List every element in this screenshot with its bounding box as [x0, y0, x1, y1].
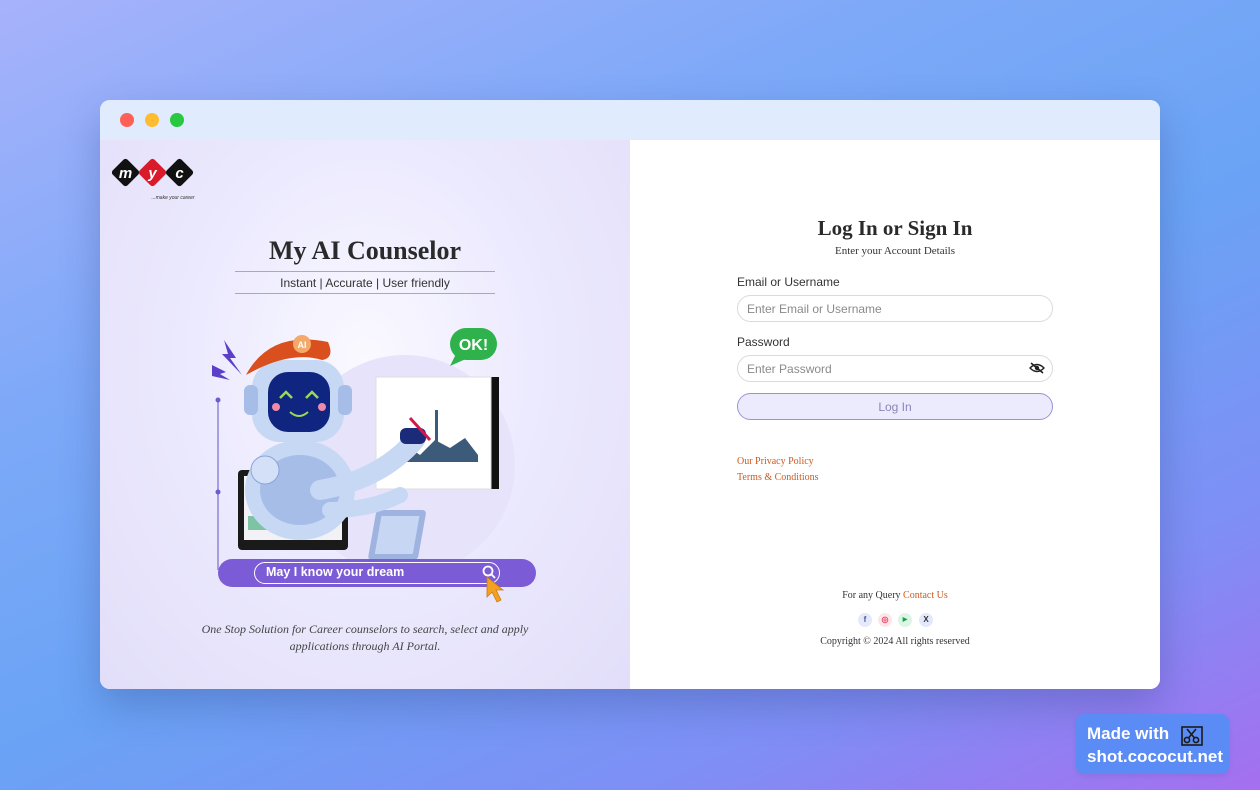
hero-search-text: May I know your dream [254, 562, 500, 584]
form-title: Log In or Sign In [817, 216, 973, 240]
login-button[interactable]: Log In [737, 393, 1053, 420]
email-field[interactable] [737, 295, 1053, 322]
terms-link[interactable]: Terms & Conditions [737, 472, 819, 483]
x-icon[interactable]: X [919, 613, 933, 627]
window-titlebar [100, 100, 1160, 140]
youtube-icon[interactable]: ▶ [898, 613, 912, 627]
email-label: Email or Username [737, 275, 840, 289]
facebook-icon[interactable]: f [858, 613, 872, 627]
maximize-window-button[interactable] [170, 113, 184, 127]
watermark-line2: shot.cococut.net [1087, 747, 1224, 766]
brand-description-line2: applications through AI Portal. [289, 639, 441, 653]
form-subtitle: Enter your Account Details [834, 245, 956, 257]
brand-title: My AI Counselor [268, 236, 462, 265]
scissors-icon [1181, 726, 1203, 746]
divider [235, 271, 495, 272]
myc-logo: m y c ...make your career [112, 158, 195, 201]
eye-slash-icon[interactable] [1029, 362, 1045, 374]
close-window-button[interactable] [120, 113, 134, 127]
lightning-icon [222, 340, 242, 375]
logo-letter-y: y [147, 165, 157, 182]
ok-badge-text: OK! [459, 337, 488, 354]
cursor-pointer-icon [486, 576, 505, 603]
login-panel: Log In or Sign In Enter your Account Det… [630, 140, 1160, 689]
logo-letter-c: c [175, 165, 184, 182]
query-line: For any Query Contact Us [630, 590, 1160, 601]
hat-ai-label: AI [298, 340, 307, 350]
password-field[interactable] [737, 355, 1053, 382]
brand-tagline: Instant | Accurate | User friendly [280, 276, 450, 290]
browser-window: m y c ...make your career My AI Counselo… [100, 100, 1160, 689]
watermark-line1: Made with [1087, 724, 1170, 743]
password-label: Password [737, 335, 790, 349]
copyright: Copyright © 2024 All rights reserved [820, 636, 970, 647]
instagram-icon[interactable]: ◎ [878, 613, 892, 627]
made-with-badge[interactable]: Made with shot.cococut.net [1076, 714, 1229, 774]
logo-tagline: ...make your career [151, 195, 194, 201]
contact-us-link[interactable]: Contact Us [903, 590, 948, 601]
privacy-policy-link[interactable]: Our Privacy Policy [737, 456, 814, 467]
minimize-window-button[interactable] [145, 113, 159, 127]
divider [235, 293, 495, 294]
brand-description-line1: One Stop Solution for Career counselors … [201, 622, 529, 636]
logo-letter-m: m [119, 165, 132, 182]
brand-description: One Stop Solution for Career counselors … [180, 621, 550, 655]
query-prefix: For any Query [842, 590, 901, 601]
brand-panel: m y c ...make your career My AI Counselo… [100, 140, 630, 689]
